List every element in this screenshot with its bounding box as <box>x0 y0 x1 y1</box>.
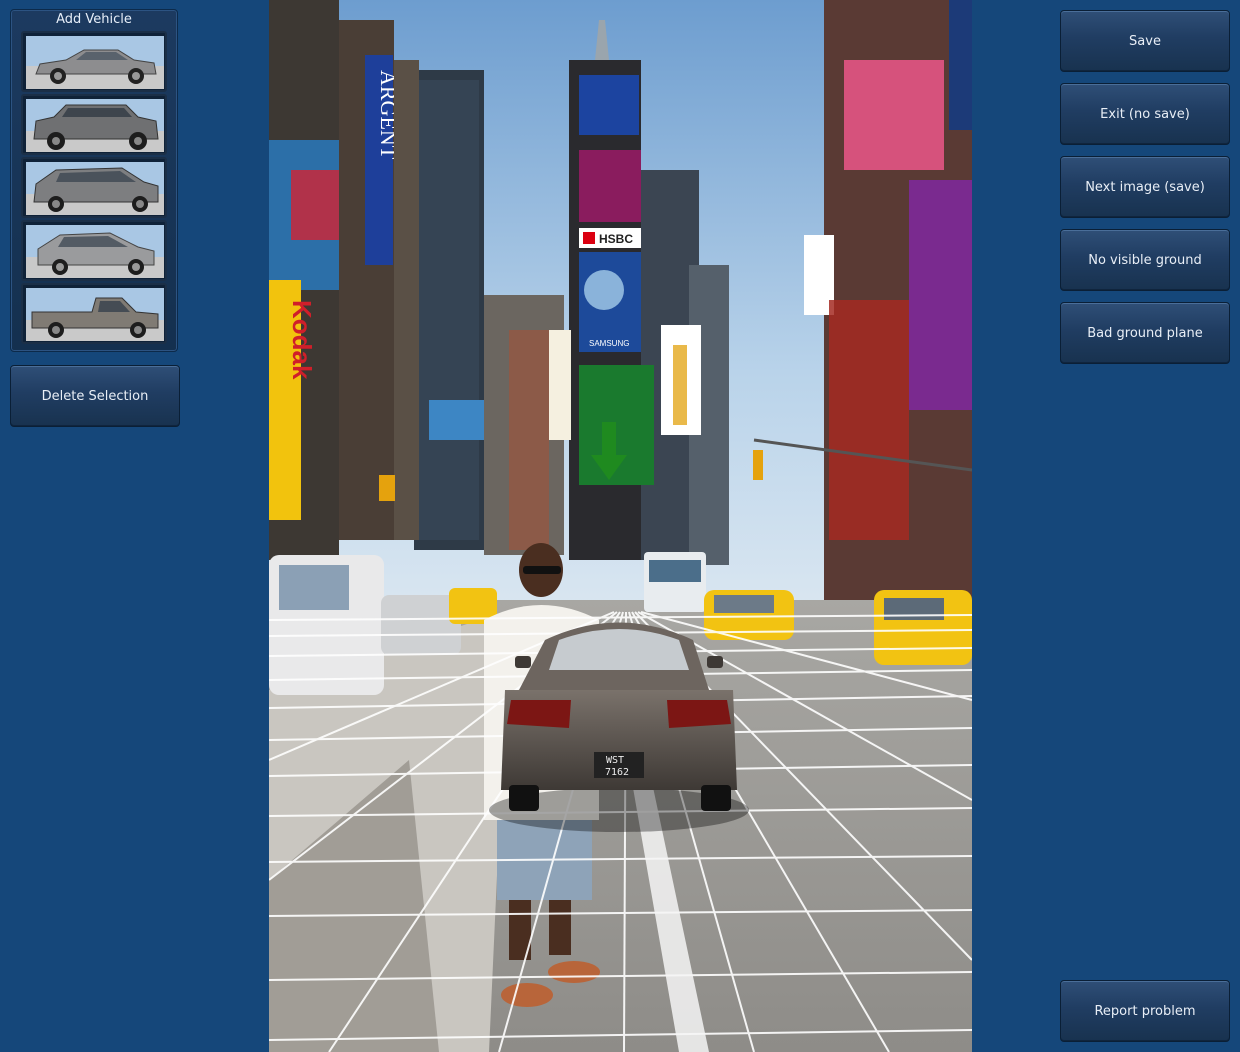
vehicle-thumb-sedan[interactable] <box>21 31 167 92</box>
street-scene-photo: HSBC SAMSUNG Kodak ARGENT WST 7162 <box>269 0 972 1052</box>
purple-wall-billboard <box>909 180 972 410</box>
next-image-save-button[interactable]: Next image (save) <box>1060 156 1230 218</box>
hatchback-icon <box>26 225 164 278</box>
delete-selection-button[interactable]: Delete Selection <box>10 365 180 427</box>
pickup-truck-icon <box>26 288 164 341</box>
top-billboard <box>579 75 639 135</box>
vehicle-thumb-pickup[interactable] <box>21 283 167 344</box>
fashion-billboard <box>844 60 944 170</box>
save-button[interactable]: Save <box>1060 10 1230 72</box>
minivan-icon <box>26 162 164 215</box>
vehicle-thumb-hatchback[interactable] <box>21 220 167 281</box>
no-visible-ground-button[interactable]: No visible ground <box>1060 229 1230 291</box>
plate-line2: 7162 <box>605 767 629 778</box>
sedan-icon <box>26 36 164 89</box>
vehicle-thumb-suv[interactable] <box>21 94 167 155</box>
scene-image-canvas[interactable]: HSBC SAMSUNG Kodak ARGENT WST 7162 <box>269 0 972 1052</box>
kodak-text: Kodak <box>287 300 317 380</box>
marker-arrow-shaft <box>602 422 616 458</box>
add-vehicle-panel: Add Vehicle <box>10 9 178 352</box>
suv-icon <box>26 99 164 152</box>
left-billboard-small <box>429 400 484 440</box>
bad-ground-plane-button[interactable]: Bad ground plane <box>1060 302 1230 364</box>
add-vehicle-title: Add Vehicle <box>56 12 132 27</box>
purple-billboard <box>579 150 641 222</box>
report-problem-button[interactable]: Report problem <box>1060 980 1230 1042</box>
hsbc-text: HSBC <box>599 232 633 246</box>
exit-no-save-button[interactable]: Exit (no save) <box>1060 83 1230 145</box>
vehicle-thumb-minivan[interactable] <box>21 157 167 218</box>
samsung-text: SAMSUNG <box>589 339 629 348</box>
plate-line1: WST <box>606 755 624 766</box>
